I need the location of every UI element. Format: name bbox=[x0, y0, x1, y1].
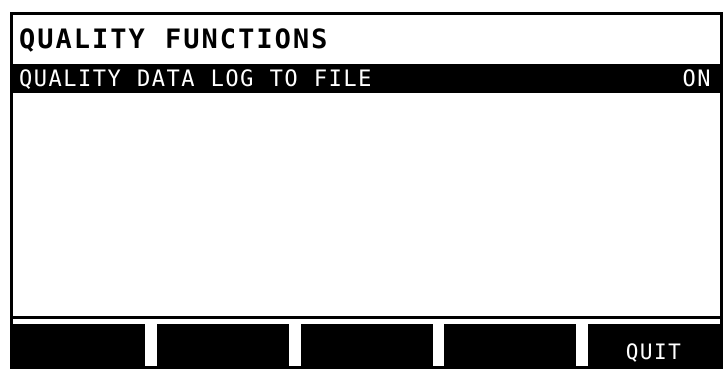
menu-item-quality-data-log[interactable]: QUALITY DATA LOG TO FILE ON bbox=[13, 67, 720, 93]
menu-item-value: ON bbox=[682, 67, 712, 92]
title-bar: QUALITY FUNCTIONS bbox=[13, 15, 720, 67]
softkey-bar: QUIT bbox=[13, 316, 720, 366]
page-title: QUALITY FUNCTIONS bbox=[19, 24, 330, 55]
menu-item-label: QUALITY DATA LOG TO FILE bbox=[19, 67, 373, 92]
softkey-4-button[interactable] bbox=[444, 324, 577, 366]
menu-list: QUALITY DATA LOG TO FILE ON bbox=[13, 67, 720, 316]
quit-button[interactable]: QUIT bbox=[588, 324, 720, 366]
display-screen: QUALITY FUNCTIONS QUALITY DATA LOG TO FI… bbox=[10, 12, 723, 369]
softkey-1-button[interactable] bbox=[13, 324, 145, 366]
softkey-2-button[interactable] bbox=[156, 324, 289, 366]
softkey-3-button[interactable] bbox=[300, 324, 433, 366]
